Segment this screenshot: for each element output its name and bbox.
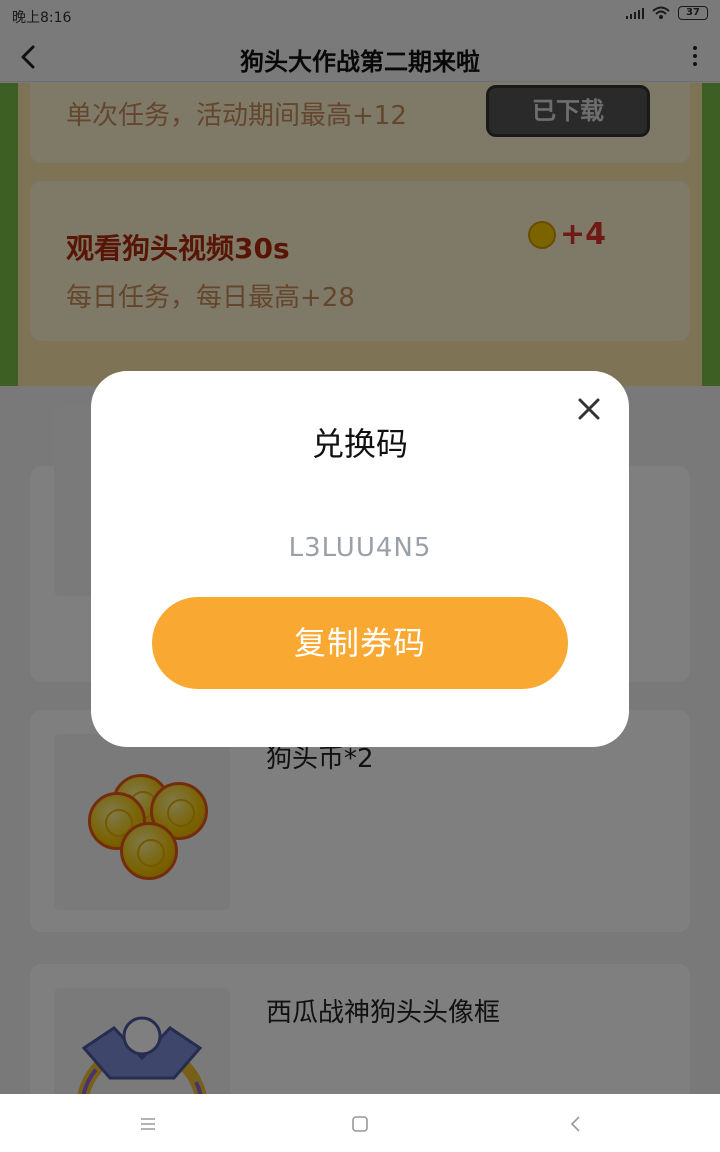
back-icon[interactable] bbox=[564, 1112, 588, 1136]
redeem-code: L3LUU4N5 bbox=[288, 533, 432, 563]
menu-icon[interactable] bbox=[136, 1112, 160, 1136]
dialog-title: 兑换码 bbox=[311, 425, 408, 463]
copy-code-button[interactable]: 复制券码 bbox=[152, 597, 568, 689]
redeem-code-dialog: 兑换码 L3LUU4N5 复制券码 bbox=[91, 371, 629, 747]
system-nav-bar bbox=[0, 1094, 720, 1152]
home-icon[interactable] bbox=[348, 1112, 372, 1136]
